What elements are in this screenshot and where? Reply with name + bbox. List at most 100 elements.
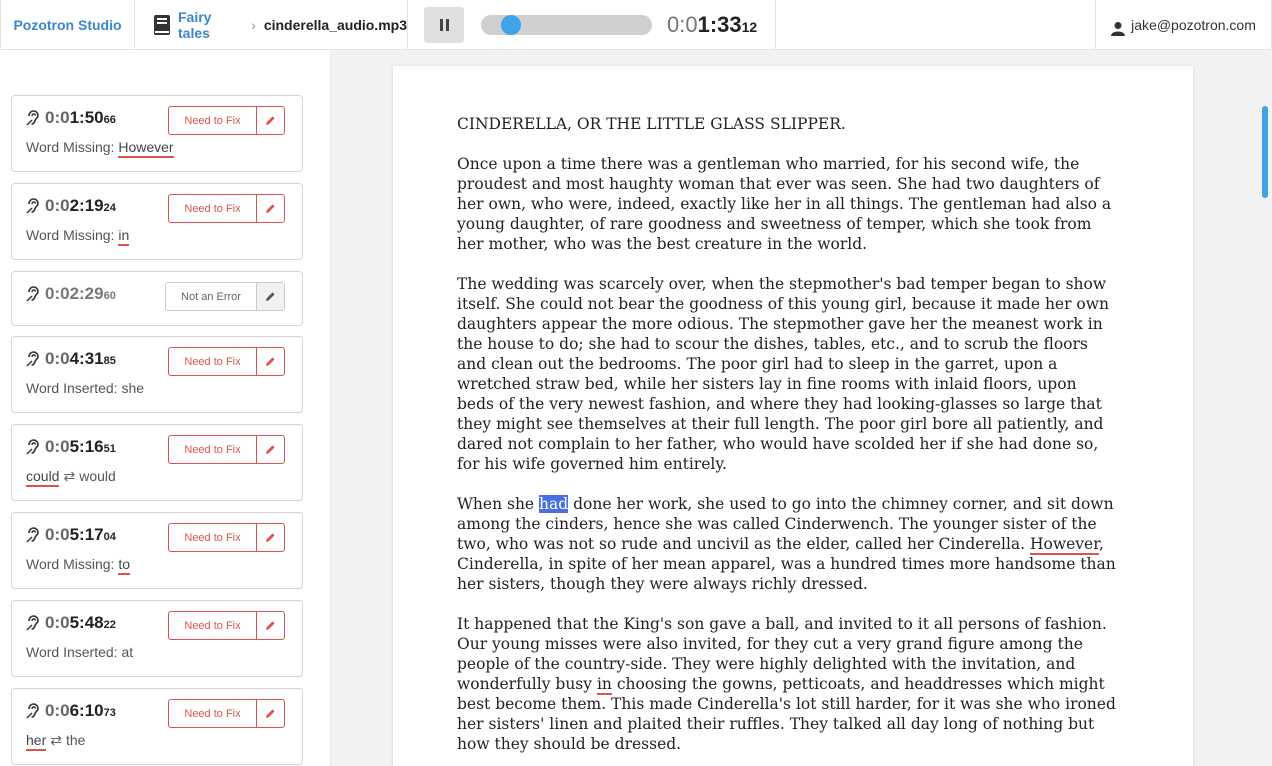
issue-description: Word Missing: in	[26, 227, 130, 246]
issue-word-spoken[interactable]: her	[26, 732, 47, 751]
text-segment: two, who was not so rude and uncivil as …	[457, 535, 1031, 553]
playback-progress-slider[interactable]	[481, 15, 652, 35]
status-label[interactable]: Need to Fix	[169, 700, 257, 727]
current-word-highlight[interactable]: had	[539, 495, 569, 513]
issue-timecode[interactable]: 0:0 6:10 73	[26, 701, 116, 721]
timecode-frames: 85	[103, 355, 116, 367]
issue-card[interactable]: 0:0 5:16 51 Need to Fix could ⇄ would	[11, 424, 303, 501]
pencil-icon[interactable]	[257, 195, 284, 222]
issue-timecode[interactable]: 0:0 5:48 22	[26, 613, 116, 633]
text-line: her mother, who was the best creature in…	[457, 235, 868, 253]
issues-sidebar: 0:0 1:50 66 Need to Fix Word Missing: Howeve…	[0, 50, 331, 766]
pencil-icon[interactable]	[257, 612, 284, 639]
text-line: It happened that the King's son gave a b…	[457, 615, 1107, 633]
issue-type-label: Word Missing:	[26, 227, 115, 243]
issue-card[interactable]: 0:0 5:48 22 Need to Fix Word Inserted: at	[11, 600, 303, 677]
issue-timecode[interactable]: 0:0 2:19 24	[26, 196, 116, 216]
issue-card[interactable]: 0:0 1:50 66 Need to Fix Word Missing: Howeve…	[11, 95, 303, 172]
paragraph-1: Once upon a time there was a gentleman w…	[457, 154, 1137, 254]
chevron-right-icon: ›	[251, 17, 256, 33]
app-brand[interactable]: Pozotron Studio	[0, 0, 135, 50]
status-label[interactable]: Not an Error	[166, 283, 257, 310]
text-line: they might see themselves at their full …	[457, 415, 1104, 433]
pencil-icon[interactable]	[257, 436, 284, 463]
pause-icon	[439, 19, 443, 31]
issue-timecode[interactable]: 0:0 1:50 66	[26, 108, 116, 128]
error-word-marker[interactable]: However	[1030, 535, 1099, 555]
text-line: her sisters, though they were always ric…	[457, 575, 868, 593]
issue-card[interactable]: 0:02:29 60 Not an Error	[11, 271, 303, 326]
status-label[interactable]: Need to Fix	[169, 195, 257, 222]
status-button[interactable]: Need to Fix	[168, 435, 285, 464]
status-button[interactable]: Need to Fix	[168, 699, 285, 728]
text-segment: done her work, she used to go into the c…	[568, 495, 1114, 513]
ear-icon	[26, 198, 40, 214]
timecode-main: 5:17	[69, 525, 104, 544]
status-button[interactable]: Not an Error	[165, 282, 285, 311]
timecode-main: 1:50	[69, 108, 104, 127]
issue-timecode[interactable]: 0:02:29 60	[26, 284, 116, 304]
pencil-icon[interactable]	[257, 348, 284, 375]
issue-description: Word Inserted: she	[26, 380, 145, 396]
issue-word[interactable]: to	[118, 556, 131, 575]
ear-icon	[26, 110, 40, 126]
document-viewer: CINDERELLA, OR THE LITTLE GLASS SLIPPER.…	[331, 50, 1272, 766]
issue-description: could ⇄ would	[26, 468, 116, 487]
issue-card[interactable]: 0:0 5:17 04 Need to Fix Word Missing: to	[11, 512, 303, 589]
pause-icon-bar	[445, 19, 449, 31]
timecode-frames: 60	[103, 290, 116, 302]
vertical-scrollbar[interactable]	[1262, 106, 1268, 198]
top-bar: Pozotron Studio Fairy tales › cinderella…	[0, 0, 1272, 50]
issue-timecode[interactable]: 0:0 5:16 51	[26, 437, 116, 457]
text-line: best become them. This made Cinderella's…	[457, 695, 1116, 713]
status-button[interactable]: Need to Fix	[168, 347, 285, 376]
issue-word[interactable]: in	[118, 227, 130, 246]
text-line: daughters appear the more odious. The st…	[457, 315, 1103, 333]
status-button[interactable]: Need to Fix	[168, 194, 285, 223]
status-button[interactable]: Need to Fix	[168, 523, 285, 552]
status-label[interactable]: Need to Fix	[169, 524, 257, 551]
issue-word[interactable]: However	[118, 139, 174, 158]
timecode-prefix: 0:0	[45, 613, 70, 632]
timecode-prefix: 0:0	[45, 437, 70, 456]
issue-card[interactable]: 0:0 4:31 85 Need to Fix Word Inserted: she	[11, 336, 303, 413]
timecode-frames: 22	[103, 619, 116, 631]
status-label[interactable]: Need to Fix	[169, 107, 257, 134]
timecode-main: 2:19	[69, 196, 104, 215]
user-menu[interactable]: jake@pozotron.com	[1096, 0, 1272, 50]
pencil-icon[interactable]	[257, 700, 284, 727]
pause-button[interactable]	[424, 7, 464, 43]
issue-description: Word Missing: However	[26, 139, 174, 158]
text-segment: When she	[457, 495, 540, 513]
issue-card[interactable]: 0:0 6:10 73 Need to Fix her ⇄ the	[11, 688, 303, 765]
timecode-prefix: 0:0	[45, 525, 70, 544]
issue-timecode[interactable]: 0:0 4:31 85	[26, 349, 116, 369]
status-button[interactable]: Need to Fix	[168, 106, 285, 135]
status-label[interactable]: Need to Fix	[169, 612, 257, 639]
pencil-icon[interactable]	[257, 524, 284, 551]
pencil-icon[interactable]	[257, 283, 284, 310]
breadcrumb-file: cinderella_audio.mp3	[263, 17, 407, 33]
text-segment: ,	[1098, 535, 1104, 553]
text-line: and clean out the bedrooms. The poor gir…	[457, 355, 1058, 373]
timecode-prefix: 0:0	[45, 349, 70, 368]
progress-thumb[interactable]	[501, 15, 521, 35]
text-line: young daughter, of rare goodness and swe…	[457, 215, 1092, 233]
issue-timecode[interactable]: 0:0 5:17 04	[26, 525, 116, 545]
timecode-prefix: 0:0	[45, 701, 70, 720]
issue-word-spoken[interactable]: could	[26, 468, 60, 487]
pencil-icon[interactable]	[257, 107, 284, 134]
text-line: two, who was not so rude and uncivil as …	[457, 534, 1137, 555]
error-word-marker[interactable]: in	[596, 675, 612, 695]
status-label[interactable]: Need to Fix	[169, 348, 257, 375]
status-button[interactable]: Need to Fix	[168, 611, 285, 640]
user-icon	[1111, 21, 1126, 36]
document-text[interactable]: CINDERELLA, OR THE LITTLE GLASS SLIPPER.…	[457, 114, 1137, 766]
document-page: CINDERELLA, OR THE LITTLE GLASS SLIPPER.…	[393, 66, 1193, 766]
swap-arrows-icon: ⇄	[50, 732, 62, 748]
timecode-frames: 51	[103, 443, 116, 455]
breadcrumb-folder-link[interactable]: Fairy tales	[178, 9, 243, 41]
status-label[interactable]: Need to Fix	[169, 436, 257, 463]
timecode-main: 6:10	[69, 701, 104, 720]
issue-card[interactable]: 0:0 2:19 24 Need to Fix Word Missing: in	[11, 183, 303, 260]
